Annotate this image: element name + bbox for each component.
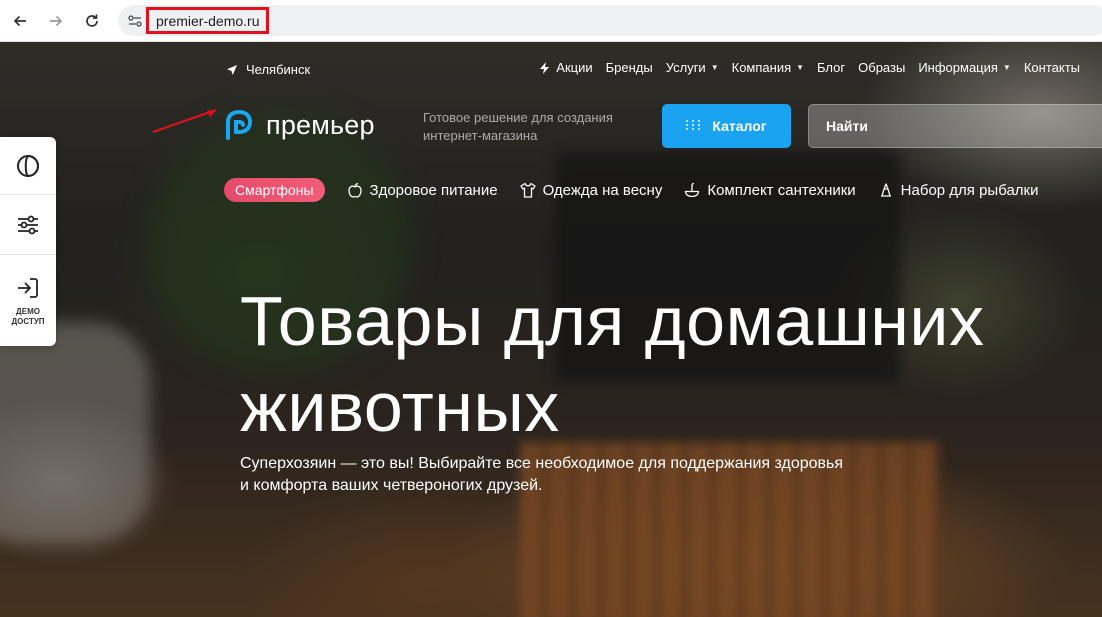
nav-item-promotions[interactable]: Акции [539, 60, 593, 75]
hero-title-line: Товары для домашних [240, 282, 985, 360]
reload-icon [86, 14, 98, 27]
nav-label: Бренды [605, 60, 653, 75]
nav-label: Блог [817, 60, 846, 75]
sliders-icon [18, 215, 38, 234]
site-info-button[interactable] [126, 12, 144, 30]
arrow-left-icon [13, 15, 26, 27]
grid-dots-icon [686, 120, 702, 132]
nav-item-company[interactable]: Компания ▼ [732, 60, 804, 75]
demo-access-label: ДЕМО ДОСТУП [11, 307, 44, 327]
site-logo[interactable]: премьер [222, 108, 375, 142]
hero-subtitle-line: и комфорта ваших четвероногих друзей. [240, 477, 543, 494]
category-label: Комплект сантехники [707, 181, 856, 199]
category-smartphones[interactable]: Смартфоны [224, 178, 325, 202]
nav-label: Информация [918, 60, 998, 75]
category-fishing-set[interactable]: Набор для рыбалки [878, 182, 1039, 199]
category-spring-clothes[interactable]: Одежда на весну [519, 181, 663, 199]
top-navigation: Акции Бренды Услуги ▼ Компания ▼ Блог Обра… [539, 60, 1080, 75]
apple-icon [347, 182, 362, 198]
hero-subtitle-line: Суперхозяин — это вы! Выбирайте все необ… [240, 455, 844, 472]
search-placeholder: Найти [826, 118, 868, 134]
search-input[interactable]: Найти [808, 104, 1102, 148]
nav-label: Образы [858, 60, 906, 75]
side-widget: ДЕМО ДОСТУП [0, 137, 56, 346]
city-selector[interactable]: Челябинск [226, 62, 310, 77]
chevron-down-icon: ▼ [1002, 63, 1011, 72]
nav-item-looks[interactable]: Образы [858, 60, 905, 75]
demo-label-line: ДОСТУП [11, 316, 45, 326]
forward-button[interactable] [43, 8, 69, 34]
back-button[interactable] [7, 8, 33, 34]
nav-item-blog[interactable]: Блог [817, 60, 845, 75]
category-label: Набор для рыбалки [900, 181, 1039, 199]
catalog-button[interactable]: Каталог [662, 104, 791, 148]
nav-item-info[interactable]: Информация ▼ [918, 60, 1011, 75]
logo-text: премьер [266, 109, 375, 140]
site-tagline: Готовое решение для создания интернет-ма… [423, 110, 613, 143]
fishing-icon [880, 183, 891, 197]
nav-label: Услуги [665, 60, 706, 75]
contrast-icon [17, 154, 39, 177]
nav-label: Компания [731, 60, 792, 75]
faucet-icon [685, 182, 700, 198]
tune-icon [128, 15, 142, 27]
location-arrow-icon [227, 64, 237, 75]
login-icon [18, 277, 38, 298]
theme-switch-button[interactable] [0, 137, 56, 195]
hero-section: Челябинск Акции Бренды Услуги ▼ Компания ▼… [0, 42, 1102, 617]
reload-button[interactable] [79, 8, 105, 34]
hero-title-line: животных [240, 368, 560, 446]
annotation-arrow-icon [152, 109, 217, 133]
chevron-down-icon: ▼ [710, 63, 719, 72]
address-bar[interactable]: premier-demo.ru [118, 5, 1102, 36]
category-label: Одежда на весну [542, 181, 663, 199]
chevron-down-icon: ▼ [796, 63, 805, 72]
category-healthy-food[interactable]: Здоровое питание [347, 182, 498, 199]
demo-label-line: ДЕМО [16, 306, 40, 316]
category-links: Смартфоны Здоровое питание Одежда на вес… [224, 178, 1039, 202]
nav-item-brands[interactable]: Бренды [606, 60, 653, 75]
nav-label: Контакты [1023, 60, 1080, 75]
arrow-right-icon [50, 15, 63, 27]
nav-item-contacts[interactable]: Контакты [1024, 60, 1080, 75]
category-label: Здоровое питание [369, 181, 498, 199]
hero-title: Товары для домашних животных [240, 278, 1080, 450]
city-label: Челябинск [246, 62, 311, 77]
nav-item-services[interactable]: Услуги ▼ [666, 60, 719, 75]
lightning-icon [540, 61, 550, 74]
settings-button[interactable] [0, 195, 56, 255]
tshirt-icon [519, 182, 536, 198]
hero-subtitle: Суперхозяин — это вы! Выбирайте все необ… [240, 453, 860, 497]
category-plumbing-set[interactable]: Комплект сантехники [684, 181, 856, 199]
nav-label: Акции [556, 60, 593, 75]
demo-access-button[interactable]: ДЕМО ДОСТУП [0, 255, 56, 346]
url-text[interactable]: premier-demo.ru [146, 7, 270, 34]
browser-toolbar: premier-demo.ru [0, 0, 1102, 42]
catalog-label: Каталог [712, 118, 767, 134]
